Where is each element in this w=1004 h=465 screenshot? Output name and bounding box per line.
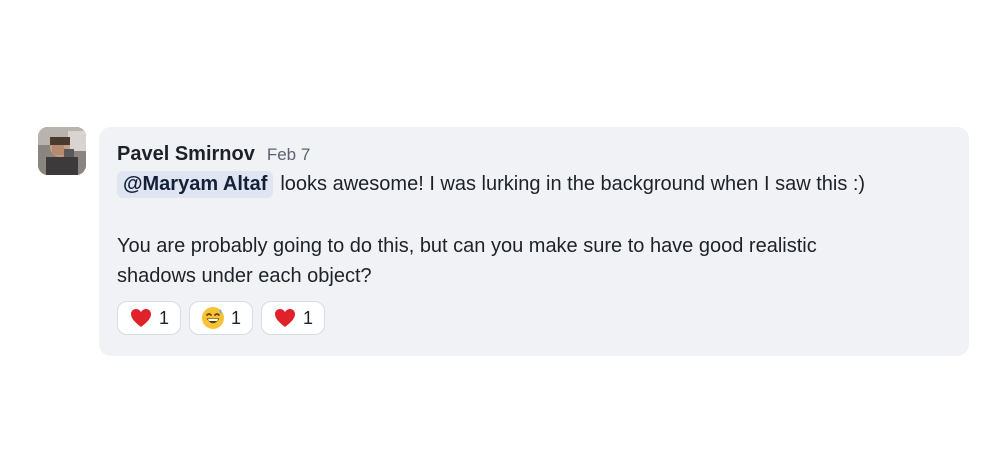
reaction-count: 1	[158, 307, 169, 328]
reaction-count: 1	[230, 307, 241, 328]
grinning-sweat-face-icon	[201, 306, 225, 330]
message-paragraph: You are probably going to do this, but c…	[117, 231, 937, 291]
avatar-photo	[38, 127, 86, 175]
author-name[interactable]: Pavel Smirnov	[117, 143, 255, 166]
message-header: Pavel Smirnov Feb 7	[117, 143, 310, 166]
message-container: Pavel Smirnov Feb 7 @Maryam Altaf looks …	[0, 0, 1004, 465]
message-paragraph-line: shadows under each object?	[117, 265, 372, 287]
message-text: looks awesome! I was lurking in the back…	[280, 173, 866, 195]
reaction-grinning-sweat[interactable]: 1	[189, 301, 253, 335]
message-first-line: @Maryam Altaf looks awesome! I was lurki…	[117, 171, 865, 198]
message-bubble: Pavel Smirnov Feb 7 @Maryam Altaf looks …	[99, 127, 969, 356]
red-heart-icon	[129, 306, 153, 330]
message-timestamp[interactable]: Feb 7	[267, 145, 310, 165]
user-mention[interactable]: @Maryam Altaf	[117, 171, 274, 198]
reaction-count: 1	[302, 307, 313, 328]
red-heart-icon	[273, 306, 297, 330]
reaction-heart[interactable]: 1	[117, 301, 181, 335]
avatar[interactable]	[38, 127, 86, 175]
reactions-bar: 1 1 1	[117, 301, 325, 335]
message-paragraph-line: You are probably going to do this, but c…	[117, 235, 817, 257]
reaction-heart[interactable]: 1	[261, 301, 325, 335]
